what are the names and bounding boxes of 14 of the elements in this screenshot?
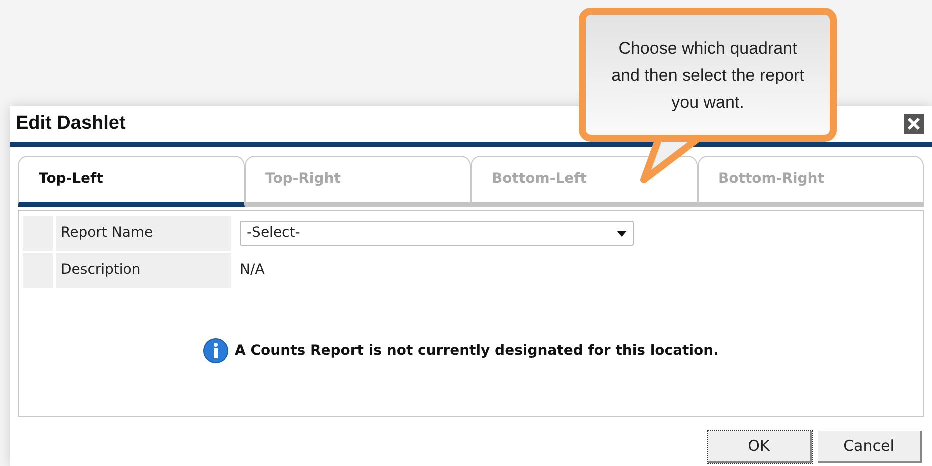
info-icon [203,338,230,364]
close-button[interactable] [904,114,924,134]
tab[interactable]: Top-Left [18,156,244,207]
callout-text: Choose which quadrant and then select the report you want. [610,38,806,114]
field-label: Description [56,253,231,288]
close-icon [907,117,921,131]
window-title: Edit Dashlet [16,112,126,136]
caret-icon [617,230,627,236]
field-value: N/A [240,261,265,280]
report-dropdown[interactable]: -Select- [240,221,634,246]
info-message: A Counts Report is not currently designated for this location. [235,342,719,360]
field-label: Report Name [56,216,231,251]
dialog-button[interactable]: OK [708,431,812,463]
dialog-button[interactable]: Cancel [818,431,922,463]
